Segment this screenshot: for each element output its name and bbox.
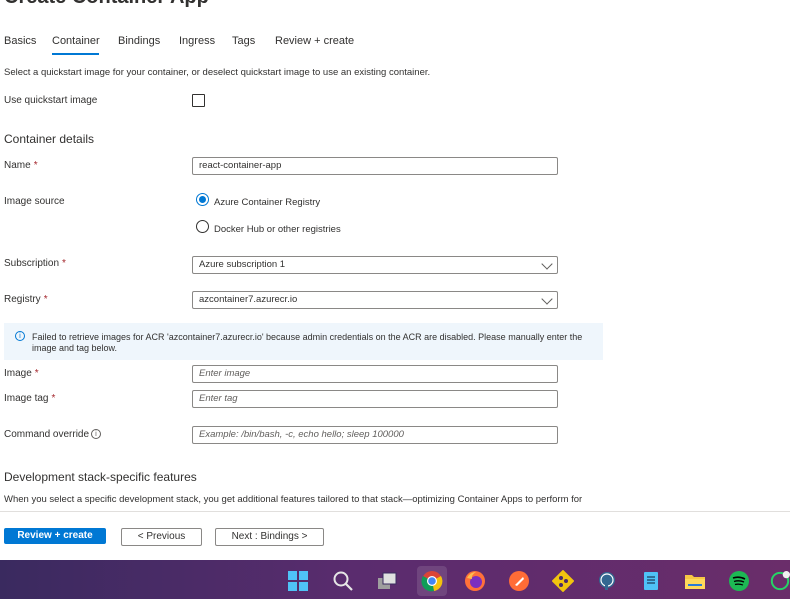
name-label: Name * <box>4 160 38 171</box>
previous-button[interactable]: < Previous <box>121 528 202 546</box>
info-message-text: Failed to retrieve images for ACR 'azcon… <box>32 332 583 353</box>
command-override-input[interactable]: Example: /bin/bash, -c, echo hello; slee… <box>192 426 558 444</box>
subscription-label: Subscription * <box>4 258 66 269</box>
chevron-down-icon <box>541 258 553 270</box>
registry-label: Registry * <box>4 294 48 305</box>
file-explorer-icon[interactable] <box>683 569 707 593</box>
image-tag-input[interactable]: Enter tag <box>192 390 558 408</box>
notepad-icon[interactable] <box>639 569 663 593</box>
review-create-button[interactable]: Review + create <box>4 528 106 544</box>
chrome-icon[interactable] <box>417 566 447 596</box>
tab-review-create[interactable]: Review + create <box>275 35 354 47</box>
intro-text: Select a quickstart image for your conta… <box>4 67 431 78</box>
quickstart-checkbox[interactable] <box>192 94 205 107</box>
footer-divider <box>0 511 790 512</box>
subscription-value: Azure subscription 1 <box>199 259 286 270</box>
tab-basics[interactable]: Basics <box>4 35 36 47</box>
postman-icon[interactable] <box>507 569 531 593</box>
image-source-label: Image source <box>4 196 65 207</box>
quickstart-label: Use quickstart image <box>4 95 98 106</box>
page-title: Create Container App <box>4 0 209 9</box>
radio-docker-hub[interactable] <box>196 220 209 233</box>
radio-label-docker-hub: Docker Hub or other registries <box>214 224 341 235</box>
firefox-icon[interactable] <box>463 569 487 593</box>
whatsapp-icon[interactable] <box>770 569 790 593</box>
registry-dropdown[interactable]: azcontainer7.azurecr.io <box>192 291 558 309</box>
search-icon[interactable] <box>331 569 355 593</box>
chevron-down-icon <box>541 293 553 305</box>
command-override-label: Command override <box>4 429 90 440</box>
image-label: Image * <box>4 368 39 379</box>
radio-label-azure-container-registry: Azure Container Registry <box>214 197 321 208</box>
tab-bindings[interactable]: Bindings <box>118 35 160 47</box>
container-details-heading: Container details <box>4 132 95 146</box>
registry-value: azcontainer7.azurecr.io <box>199 294 298 305</box>
task-view-icon[interactable] <box>375 569 399 593</box>
next-bindings-button[interactable]: Next : Bindings > <box>215 528 324 546</box>
tab-tags[interactable]: Tags <box>232 35 255 47</box>
dev-stack-heading: Development stack-specific features <box>4 470 197 484</box>
info-icon: i <box>15 331 25 341</box>
tab-ingress[interactable]: Ingress <box>179 35 215 47</box>
image-input[interactable]: Enter image <box>192 365 558 383</box>
git-icon[interactable] <box>551 569 575 593</box>
name-input[interactable]: react-container-app <box>192 157 558 175</box>
active-tab-indicator <box>52 53 99 55</box>
radio-azure-container-registry[interactable] <box>196 193 209 206</box>
dev-stack-text: When you select a specific development s… <box>4 494 583 505</box>
image-tag-label: Image tag * <box>4 393 56 404</box>
postgresql-icon[interactable] <box>595 569 619 593</box>
info-icon[interactable]: i <box>91 429 101 439</box>
tab-container[interactable]: Container <box>52 35 100 47</box>
spotify-icon[interactable] <box>727 569 751 593</box>
windows-start-icon[interactable] <box>286 569 310 593</box>
subscription-dropdown[interactable]: Azure subscription 1 <box>192 256 558 274</box>
